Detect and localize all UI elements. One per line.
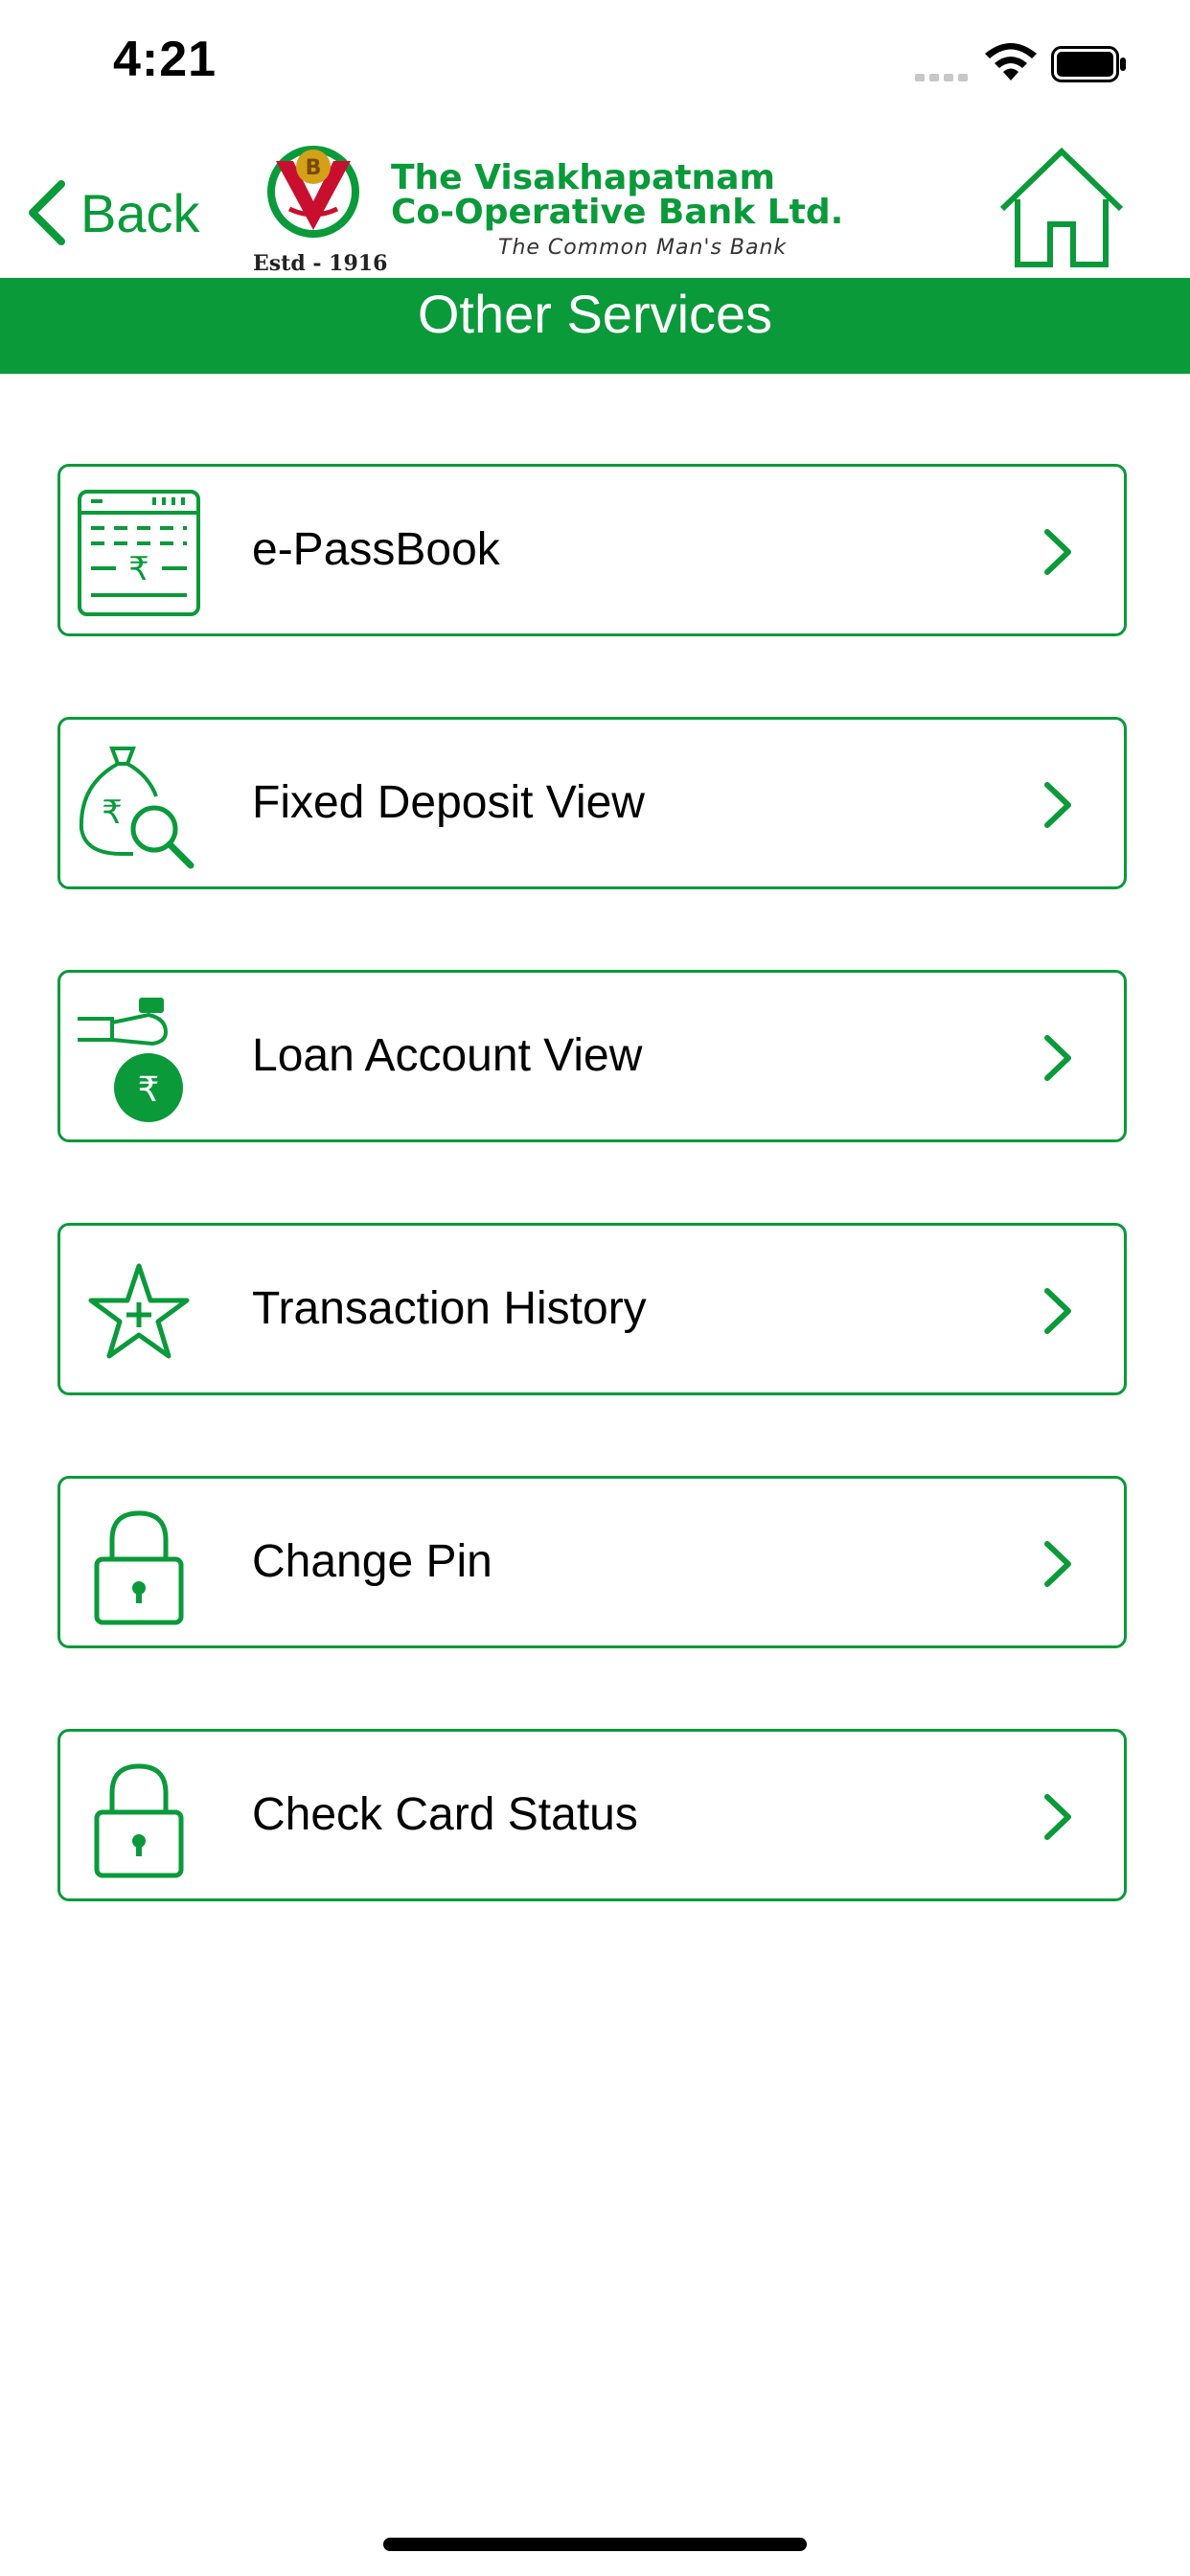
chevron-right-icon [1044,1541,1071,1587]
page-title-bar: Other Services [0,278,1190,374]
loan-money-bag-icon: ₹ [78,998,183,1122]
menu-item-transaction-history[interactable]: Transaction History [57,1223,1127,1395]
menu-item-label: Loan Account View [252,1030,643,1081]
menu-item-label: Change Pin [252,1536,492,1587]
chevron-right-icon [1044,529,1071,575]
bank-name-line1: The Visakhapatnam [391,158,775,197]
star-plus-icon [88,1263,190,1359]
svg-text:B: B [306,156,322,180]
lock-icon [94,1510,184,1625]
back-button[interactable]: Back [25,174,200,251]
battery-icon [1051,46,1126,82]
menu-item-label: Transaction History [252,1283,647,1334]
menu-item-check-card-status[interactable]: Check Card Status [57,1729,1127,1901]
page-title: Other Services [417,284,773,344]
menu-item-fixed-deposit-view[interactable]: ₹ Fixed Deposit View [57,717,1127,889]
menu-item-label: Check Card Status [252,1789,638,1840]
menu-item-label: e-PassBook [252,524,500,575]
bank-tagline: The Common Man's Bank [498,236,788,260]
bank-logo: B The Visakhapatnam Co-Operative Bank Lt… [251,138,845,276]
bank-established: Estd - 1916 [253,251,388,276]
chevron-right-icon [1044,1288,1071,1334]
home-icon[interactable] [996,146,1127,270]
wifi-icon [985,43,1037,80]
chevron-right-icon [1044,1035,1071,1081]
status-time: 4:21 [113,32,217,87]
passbook-icon: ₹ [78,490,200,616]
svg-text:₹: ₹ [138,1070,160,1110]
fixed-deposit-search-icon: ₹ [79,747,195,869]
menu-item-label: Fixed Deposit View [252,777,645,828]
home-indicator[interactable] [383,2538,807,2551]
menu-item-loan-account-view[interactable]: ₹ Loan Account View [57,970,1127,1142]
lock-icon [94,1763,184,1878]
svg-text:₹: ₹ [128,550,149,588]
chevron-right-icon [1044,782,1071,828]
status-bar: 4:21 [0,0,1190,125]
app-header: Back B The Visakhapatnam Co-Operative Ba… [0,125,1190,278]
back-label: Back [80,182,200,243]
chevron-left-icon [29,180,65,245]
menu-item-change-pin[interactable]: Change Pin [57,1476,1127,1648]
menu-item-e-passbook[interactable]: ₹ e-PassBook [57,464,1127,636]
bank-name-line2: Co-Operative Bank Ltd. [391,193,844,232]
bank-emblem-icon: B [267,146,359,238]
svg-text:₹: ₹ [102,794,123,832]
chevron-right-icon [1044,1794,1071,1840]
cellular-signal-icon [915,69,973,81]
